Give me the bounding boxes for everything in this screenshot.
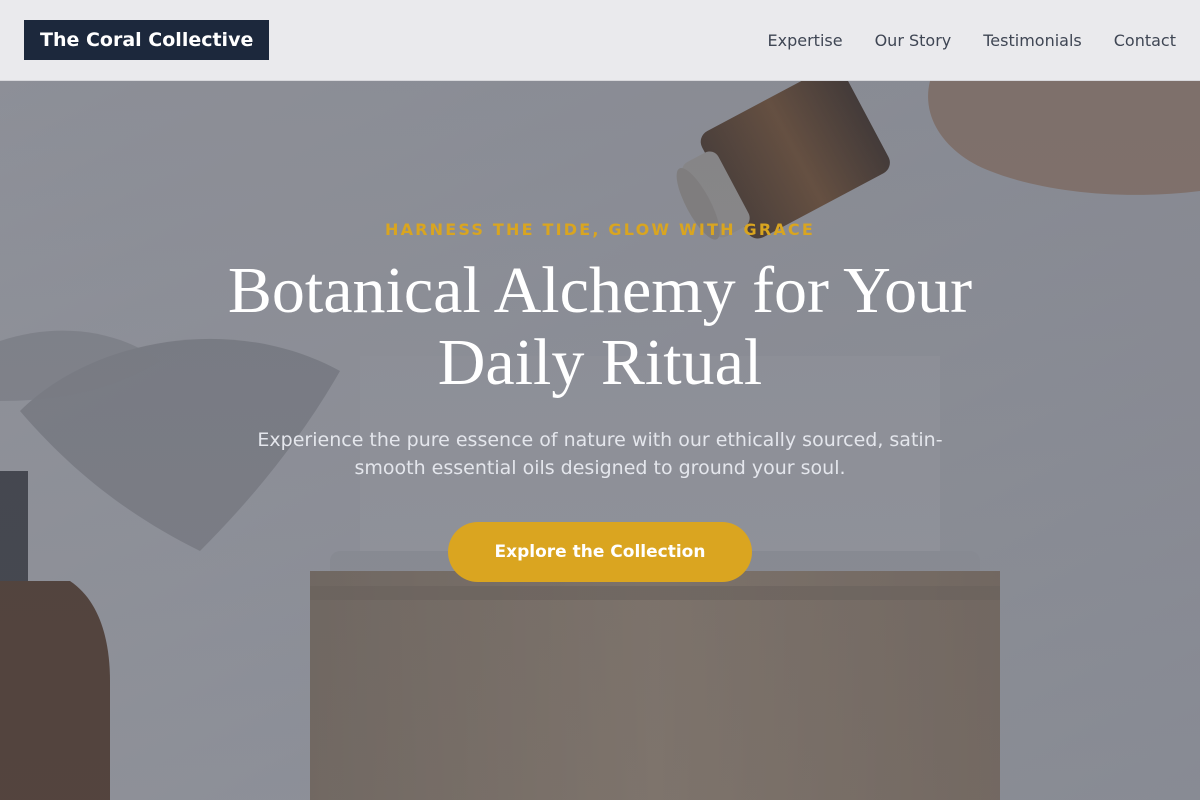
- hero-content: HARNESS THE TIDE, GLOW WITH GRACE Botani…: [0, 81, 1200, 800]
- hero-headline: Botanical Alchemy for Your Daily Ritual: [227, 254, 973, 399]
- nav-item-our-story[interactable]: Our Story: [875, 31, 952, 50]
- hero-eyebrow: HARNESS THE TIDE, GLOW WITH GRACE: [384, 220, 815, 239]
- main-nav: Expertise Our Story Testimonials Contact: [768, 31, 1176, 50]
- hero-section: HARNESS THE TIDE, GLOW WITH GRACE Botani…: [0, 81, 1200, 800]
- explore-collection-button[interactable]: Explore the Collection: [448, 522, 752, 582]
- nav-item-expertise[interactable]: Expertise: [768, 31, 843, 50]
- site-logo[interactable]: The Coral Collective: [24, 20, 270, 60]
- nav-item-contact[interactable]: Contact: [1114, 31, 1176, 50]
- hero-subtext: Experience the pure essence of nature wi…: [257, 429, 943, 479]
- nav-item-testimonials[interactable]: Testimonials: [983, 31, 1082, 50]
- site-header: The Coral Collective Expertise Our Story…: [0, 0, 1200, 81]
